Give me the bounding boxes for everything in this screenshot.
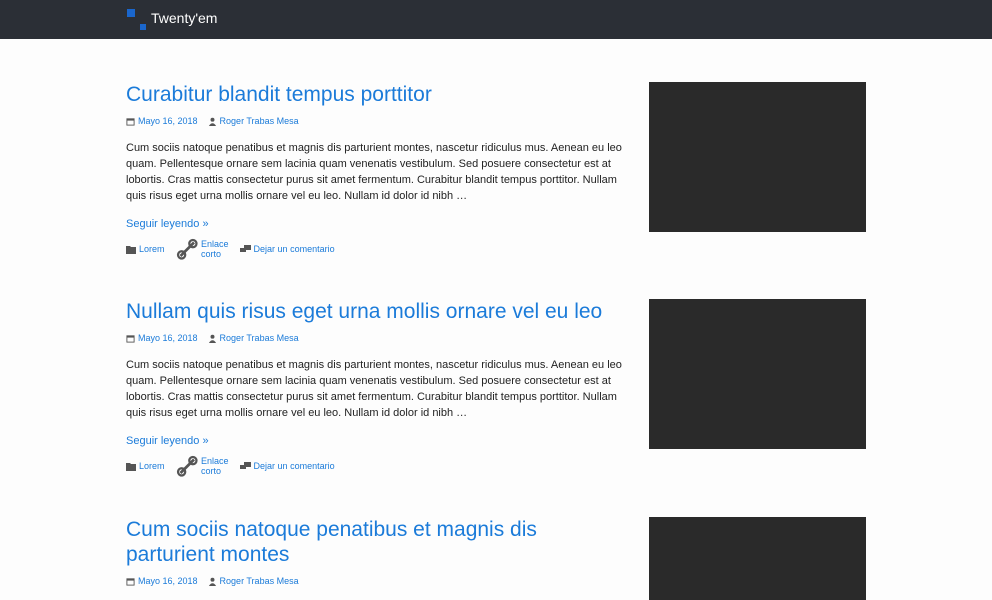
post-title-link[interactable]: Nullam quis risus eget urna mollis ornar… — [126, 299, 646, 324]
calendar-icon — [126, 577, 135, 586]
post-author-link[interactable]: Roger Trabas Mesa — [220, 333, 299, 343]
logo-square-small — [140, 24, 146, 30]
calendar-icon — [126, 334, 135, 343]
site-title-link[interactable]: Twenty'em — [151, 10, 217, 26]
post-thumbnail[interactable] — [649, 517, 866, 600]
comments-icon — [239, 244, 251, 252]
shortlink-link[interactable]: Enlace corto — [201, 456, 229, 476]
post-footer-meta: Lorem Enlace corto Dejar un comentario — [126, 238, 866, 260]
post-footer-meta: Lorem Enlace corto Dejar un comentario — [126, 455, 866, 477]
category-link[interactable]: Lorem — [139, 461, 165, 471]
post-thumbnail[interactable] — [649, 299, 866, 449]
folder-icon — [126, 462, 136, 471]
user-icon — [208, 334, 216, 343]
shortlink-link[interactable]: Enlace corto — [201, 239, 229, 259]
post-author-link[interactable]: Roger Trabas Mesa — [220, 116, 299, 126]
post-date-link[interactable]: Mayo 16, 2018 — [138, 333, 198, 343]
comment-link[interactable]: Dejar un comentario — [254, 461, 335, 471]
post-title-link[interactable]: Cum sociis natoque penatibus et magnis d… — [126, 517, 566, 567]
link-icon — [176, 238, 198, 260]
site-logo-icon[interactable] — [126, 8, 148, 32]
post-title-link[interactable]: Curabitur blandit tempus porttitor — [126, 82, 626, 107]
comments-icon — [239, 461, 251, 469]
calendar-icon — [126, 117, 135, 126]
post-excerpt: Cum sociis natoque penatibus et magnis d… — [126, 359, 622, 419]
user-icon — [208, 117, 216, 126]
folder-icon — [126, 245, 136, 254]
post-thumbnail[interactable] — [649, 82, 866, 232]
post-date-link[interactable]: Mayo 16, 2018 — [138, 576, 198, 586]
top-bar: Twenty'em — [0, 0, 992, 39]
comment-link[interactable]: Dejar un comentario — [254, 244, 335, 254]
post-date-link[interactable]: Mayo 16, 2018 — [138, 116, 198, 126]
post-excerpt: Cum sociis natoque penatibus et magnis d… — [126, 142, 622, 202]
post-author-link[interactable]: Roger Trabas Mesa — [220, 576, 299, 586]
category-link[interactable]: Lorem — [139, 244, 165, 254]
logo-square-large — [127, 9, 135, 17]
user-icon — [208, 577, 216, 586]
link-icon — [176, 455, 198, 477]
